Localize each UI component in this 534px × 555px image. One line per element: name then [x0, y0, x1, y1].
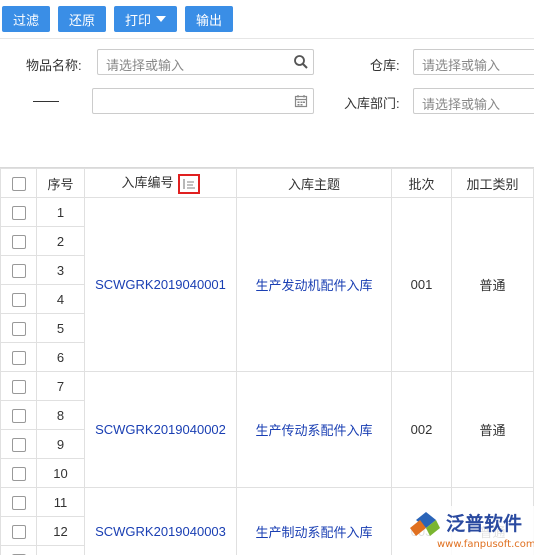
export-button-label: 输出: [196, 12, 223, 28]
row-code[interactable]: SCWGRK2019040001: [84, 197, 237, 372]
warehouse-input[interactable]: 请选择或输入: [413, 49, 534, 75]
restore-button[interactable]: 还原: [58, 6, 107, 32]
row-seq: 4: [36, 284, 85, 314]
row-checkbox[interactable]: [11, 466, 26, 481]
caret-down-icon: [156, 16, 167, 22]
calendar-icon[interactable]: [293, 93, 309, 109]
sort-icon[interactable]: [177, 173, 200, 194]
search-icon[interactable]: [293, 54, 309, 70]
warehouse-placeholder: 请选择或输入: [422, 58, 501, 73]
row-checkbox[interactable]: [11, 379, 26, 394]
print-dropdown-button[interactable]: 打印: [114, 6, 178, 32]
warehouse-label: 仓库:: [370, 58, 400, 73]
item-name-input[interactable]: 请选择或输入: [97, 49, 314, 75]
row-checkbox[interactable]: [11, 408, 26, 423]
row-select-cell: [0, 342, 37, 372]
row-seq: 2: [36, 226, 85, 256]
row-seq: 10: [36, 458, 85, 488]
filter-button-label: 过滤: [13, 12, 40, 28]
dept-placeholder: 请选择或输入: [422, 97, 501, 112]
row-type: 普通: [451, 371, 534, 488]
row-seq: 12: [36, 516, 85, 546]
date-input[interactable]: [92, 88, 314, 114]
row-checkbox[interactable]: [11, 437, 26, 452]
row-select-cell: [0, 487, 37, 517]
select-all-checkbox[interactable]: [11, 176, 26, 191]
col-header-type[interactable]: 加工类别: [451, 168, 534, 198]
row-seq: 13: [36, 545, 85, 555]
row-select-cell: [0, 284, 37, 314]
row-seq: 11: [36, 487, 85, 517]
row-select-cell: [0, 313, 37, 343]
range-dash: [33, 101, 59, 102]
row-seq: 9: [36, 429, 85, 459]
row-checkbox[interactable]: [11, 263, 26, 278]
row-select-cell: [0, 516, 37, 546]
row-subject[interactable]: 生产发动机配件入库: [236, 197, 392, 372]
row-checkbox[interactable]: [11, 292, 26, 307]
filter-button[interactable]: 过滤: [2, 6, 51, 32]
col-header-subject[interactable]: 入库主题: [236, 168, 392, 198]
row-select-cell: [0, 429, 37, 459]
grid-table: 序号 入库编号 入库主题 批次 加工类别 1 SCWGRK2019040001 生产…: [0, 168, 534, 555]
row-checkbox[interactable]: [11, 350, 26, 365]
dept-label: 入库部门:: [344, 96, 400, 111]
row-seq: 3: [36, 255, 85, 285]
row-select-cell: [0, 197, 37, 227]
col-header-seq[interactable]: 序号: [36, 168, 85, 198]
row-checkbox[interactable]: [11, 234, 26, 249]
print-button-label: 打印: [125, 12, 152, 28]
row-checkbox[interactable]: [11, 321, 26, 336]
item-name-placeholder: 请选择或输入: [106, 58, 185, 73]
fanpusoft-watermark: 泛普软件 www.fanpusoft.com: [404, 506, 534, 555]
col-header-batch[interactable]: 批次: [391, 168, 452, 198]
row-seq: 1: [36, 197, 85, 227]
toolbar-divider: [0, 38, 534, 39]
row-batch: 002: [391, 371, 452, 488]
table-row[interactable]: 7 SCWGRK2019040002 生产传动系配件入库 002 普通: [0, 371, 534, 488]
row-subject[interactable]: 生产传动系配件入库: [236, 371, 392, 488]
row-code[interactable]: SCWGRK2019040002: [84, 371, 237, 488]
row-select-cell: [0, 400, 37, 430]
restore-button-label: 还原: [69, 12, 96, 28]
table-row[interactable]: 1 SCWGRK2019040001 生产发动机配件入库 001 普通: [0, 197, 534, 372]
toolbar: 过滤 还原 打印 输出: [0, 0, 534, 38]
dept-input[interactable]: 请选择或输入: [413, 88, 534, 114]
col-header-code: 入库编号: [121, 175, 174, 191]
watermark-brand: 泛普软件: [446, 512, 522, 535]
row-seq: 8: [36, 400, 85, 430]
row-seq: 6: [36, 342, 85, 372]
watermark-url: www.fanpusoft.com: [437, 539, 534, 550]
row-seq: 7: [36, 371, 85, 401]
data-grid: 序号 入库编号 入库主题 批次 加工类别 1 SCWGRK2019040001 生产…: [0, 167, 534, 555]
row-seq: 5: [36, 313, 85, 343]
row-select-cell: [0, 371, 37, 401]
row-select-cell: [0, 226, 37, 256]
row-batch: 001: [391, 197, 452, 372]
row-subject[interactable]: 生产制动系配件入库: [236, 487, 392, 555]
row-select-cell: [0, 545, 37, 555]
row-code[interactable]: SCWGRK2019040003: [84, 487, 237, 555]
select-all-cell: [0, 168, 37, 198]
row-select-cell: [0, 255, 37, 285]
col-header-code-cell[interactable]: 入库编号: [84, 168, 237, 198]
row-checkbox[interactable]: [11, 524, 26, 539]
grid-header-row: 序号 入库编号 入库主题 批次 加工类别: [0, 168, 534, 198]
row-type: 普通: [451, 197, 534, 372]
row-select-cell: [0, 458, 37, 488]
export-button[interactable]: 输出: [185, 6, 234, 32]
item-name-label: 物品名称:: [26, 58, 82, 73]
row-checkbox[interactable]: [11, 495, 26, 510]
row-checkbox[interactable]: [11, 205, 26, 220]
